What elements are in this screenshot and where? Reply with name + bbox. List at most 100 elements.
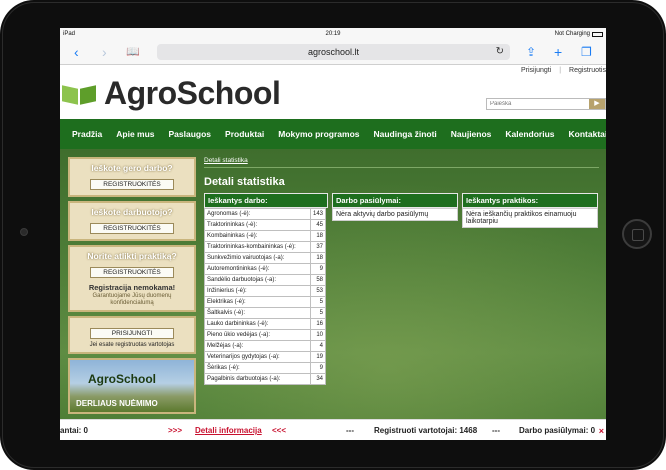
profession-label: Šaltkalvis (-ė): [204, 307, 311, 319]
login-caption: Jei esate registruotas vartotojas [89, 342, 175, 348]
reload-icon[interactable]: ↻ [496, 44, 504, 60]
job-offers-title: Darbo pasiūlymai: [332, 193, 458, 208]
search-box: ▶ [486, 98, 606, 110]
home-button[interactable] [622, 219, 652, 249]
stats-panels: Ieškantys darbo: Agronomas (-ė): 143 Trakt… [204, 193, 602, 423]
registered-users-count: Registruoti vartotojai: 1468 [374, 426, 478, 435]
nav-item-calendar[interactable]: Kalendorius [505, 129, 554, 139]
breadcrumb[interactable]: Detali statistika [204, 157, 599, 168]
table-row: Pagalbinis darbuotojas (-a): 34 [204, 373, 327, 385]
profession-label: Traktorininkas-kombaininkas (-ė): [204, 241, 311, 253]
internship-seekers-body: Nėra ieškančių praktikos einamuoju laiko… [462, 208, 598, 228]
plus-icon[interactable]: + [554, 44, 562, 60]
profession-label: Veterinarijos gydytojas (-a): [204, 351, 311, 363]
login-link[interactable]: Prisijungti [521, 67, 551, 74]
tabs-icon[interactable]: ❐ [581, 44, 592, 60]
profession-label: Šėrikas (-ė): [204, 362, 311, 374]
register-employer-button[interactable]: REGISTRUOKITĖS [90, 223, 174, 234]
browser-toolbar: ‹ › 📖 agroschool.lt ↻ ⇪ + ❐ [60, 41, 606, 65]
job-offers-count: Darbo pasiūlymai: 0 [519, 426, 596, 435]
sidebar: Ieškote gero darbo? REGISTRUOKITĖS Ieško… [68, 157, 196, 414]
nav-item-about[interactable]: Apie mus [116, 129, 154, 139]
free-registration-note: Registracija nemokama! [88, 283, 176, 292]
login-button[interactable]: PRISIJUNGTI [90, 328, 174, 339]
profession-count: 5 [309, 307, 327, 319]
share-icon[interactable]: ⇪ [526, 44, 536, 60]
ticker-separator-1: --- [346, 426, 354, 435]
table-row: Traktorininkas-kombaininkas (-ė): 37 [204, 241, 327, 253]
table-row: Šėrikas (-ė): 9 [204, 362, 327, 374]
profession-count: 9 [309, 362, 327, 374]
profession-count: 18 [309, 252, 327, 264]
register-job-seeker-button[interactable]: REGISTRUOKITĖS [90, 179, 174, 190]
profession-count: 53 [309, 285, 327, 297]
table-row: Kombaininkas (-ė): 18 [204, 230, 327, 242]
status-bar: iPad 20:19 Not Charging [60, 28, 606, 41]
table-row: Inžinierius (-ė): 53 [204, 285, 327, 297]
close-icon[interactable]: × [599, 426, 604, 436]
profession-label: Elektrikas (-ė): [204, 296, 311, 308]
profession-label: Sunkvežimio vairuotojas (-a): [204, 252, 311, 264]
table-row: Autoremontininkas (-ė): 9 [204, 263, 327, 275]
detail-info-link[interactable]: Detali informacija [195, 426, 262, 435]
table-row: Sunkvežimio vairuotojas (-a): 18 [204, 252, 327, 264]
book-icon[interactable]: 📖 [126, 44, 140, 60]
book-logo-icon [62, 83, 98, 105]
status-time: 20:19 [325, 31, 341, 37]
profession-label: Sandėlio darbuotojas (-a): [204, 274, 311, 286]
main-content: Detali statistika Detali statistika Iešk… [204, 157, 602, 423]
profession-count: 9 [309, 263, 327, 275]
search-input[interactable] [487, 99, 589, 109]
register-link[interactable]: Registruotis [569, 67, 606, 74]
table-row: Lauko darbininkas (-ė): 16 [204, 318, 327, 330]
profession-count: 37 [309, 241, 327, 253]
nav-item-services[interactable]: Paslaugos [169, 129, 212, 139]
profession-label: Pieno ūkio vedėjas (-a): [204, 329, 311, 341]
ticker-arrows-right: >>> [168, 426, 183, 435]
address-bar[interactable]: agroschool.lt ↻ [157, 44, 510, 60]
internship-seekers-title: Ieškantys praktikos: [462, 193, 598, 208]
chevron-right-icon[interactable]: › [102, 44, 107, 60]
ipad-frame: iPad 20:19 Not Charging ‹ › 📖 agroschool… [0, 0, 666, 470]
search-arrow-icon[interactable]: ▶ [589, 99, 605, 109]
profession-count: 10 [309, 329, 327, 341]
site-logo[interactable]: AgroSchool [62, 75, 281, 112]
table-row: Veterinarijos gydytojas (-a): 19 [204, 351, 327, 363]
bottom-ticker: antai: 0 >>> Detali informacija <<< --- … [60, 419, 606, 440]
url-text: agroschool.lt [307, 47, 360, 57]
chevron-left-icon[interactable]: ‹ [74, 44, 79, 60]
nav-item-programs[interactable]: Mokymo programos [278, 129, 359, 139]
privacy-note-line2: konfidencialumą [110, 300, 154, 306]
nav-item-products[interactable]: Produktai [225, 129, 264, 139]
employer-box: Ieškote darbuotojo? REGISTRUOKITĖS [68, 201, 196, 241]
profession-count: 16 [309, 318, 327, 330]
table-row: Elektrikas (-ė): 5 [204, 296, 327, 308]
login-box: PRISIJUNGTI Jei esate registruotas varto… [68, 316, 196, 354]
ticker-arrows-left: <<< [272, 426, 287, 435]
nav-item-contacts[interactable]: Kontaktai [569, 129, 606, 139]
profession-count: 4 [309, 340, 327, 352]
profession-count: 34 [309, 373, 327, 385]
charging-status: Not Charging [554, 31, 590, 37]
profession-count: 18 [309, 230, 327, 242]
job-seeker-title: Ieškote gero darbo? [91, 163, 173, 173]
page-title: Detali statistika [204, 176, 285, 188]
register-internship-button[interactable]: REGISTRUOKITĖS [90, 267, 174, 278]
nav-item-home[interactable]: Pradžia [72, 129, 102, 139]
employer-title: Ieškote darbuotojo? [91, 207, 173, 217]
profession-label: Lauko darbininkas (-ė): [204, 318, 311, 330]
table-row: Šaltkalvis (-ė): 5 [204, 307, 327, 319]
table-row: Melžėjas (-a): 4 [204, 340, 327, 352]
profession-count: 143 [309, 208, 327, 220]
profession-label: Kombaininkas (-ė): [204, 230, 311, 242]
table-row: Agronomas (-ė): 143 [204, 208, 327, 220]
harvest-banner[interactable]: AgroSchool DERLIAUS NUĖMIMO [68, 358, 196, 414]
profession-count: 58 [309, 274, 327, 286]
job-offers-body: Nėra aktyvių darbo pasiūlymų [332, 208, 458, 221]
nav-item-useful[interactable]: Naudinga žinoti [374, 129, 437, 139]
site-header: Prisijungti | Registruotis AgroSchool ▶ [60, 65, 606, 119]
ticker-separator-2: --- [492, 426, 500, 435]
main-nav: Pradžia Apie mus Paslaugos Produktai Mok… [60, 119, 606, 149]
nav-item-news[interactable]: Naujienos [451, 129, 492, 139]
ticker-left-text: antai: 0 [60, 426, 89, 435]
